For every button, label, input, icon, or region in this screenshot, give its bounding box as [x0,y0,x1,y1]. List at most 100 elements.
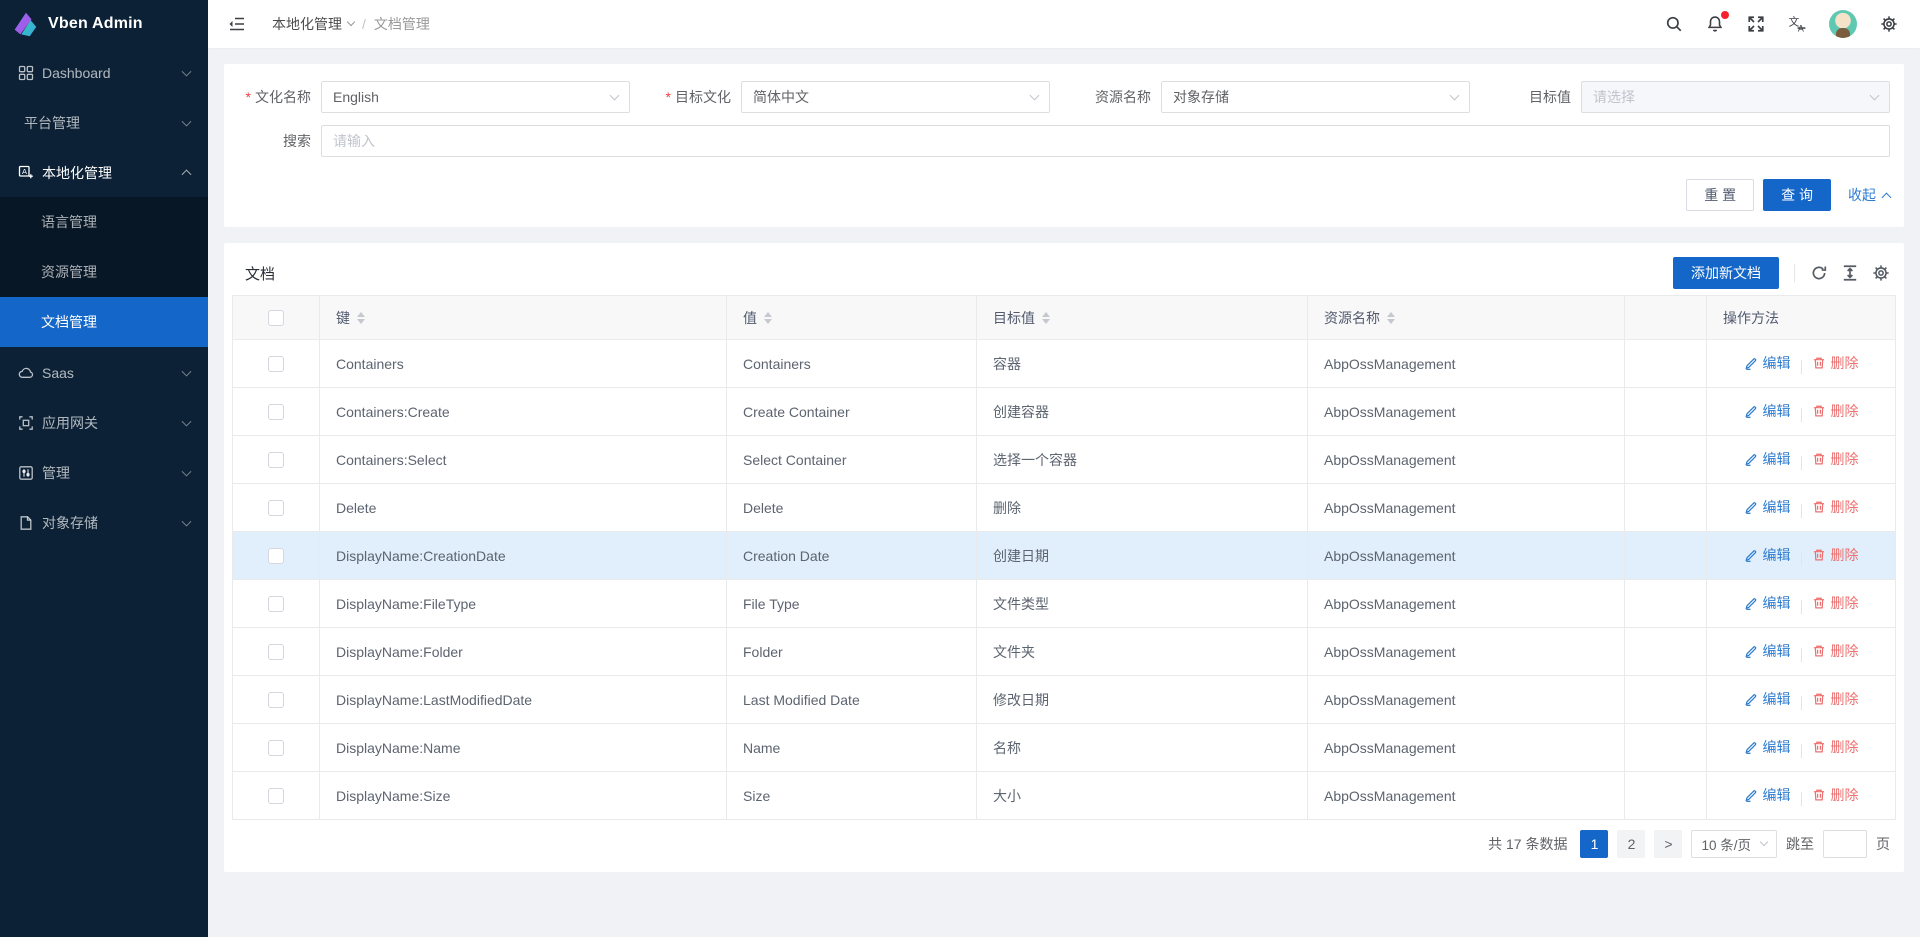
query-button[interactable]: 查 询 [1763,179,1831,211]
resource-name-select[interactable]: 对象存储 [1161,81,1470,113]
delete-label: 删除 [1831,449,1859,469]
delete-button[interactable]: 删除 [1812,449,1859,469]
column-header-3[interactable]: 资源名称 [1308,296,1625,340]
delete-icon [1812,644,1826,658]
sort-icon[interactable] [357,312,365,324]
cell-value: File Type [727,580,977,628]
sort-icon[interactable] [1387,312,1395,324]
row-checkbox[interactable] [268,596,284,612]
page-size-select[interactable]: 10 条/页 [1691,830,1777,858]
file-icon [18,515,34,531]
collapse-link[interactable]: 收起 [1848,185,1890,205]
row-select-cell [233,676,320,724]
notification-icon[interactable] [1706,15,1724,33]
sidebar-item-object-storage[interactable]: 对象存储 [0,503,208,543]
cell-key: Containers [320,340,727,388]
sidebar-item-management[interactable]: 管理 [0,453,208,493]
delete-button[interactable]: 删除 [1812,689,1859,709]
cell-empty [1625,580,1707,628]
next-page-button[interactable]: > [1654,830,1682,858]
sidebar-item-resource-management[interactable]: 资源管理 [0,247,208,297]
row-checkbox[interactable] [268,356,284,372]
user-avatar[interactable] [1829,10,1857,38]
select-all-checkbox[interactable] [268,310,284,326]
column-header-1[interactable]: 值 [727,296,977,340]
sidebar-item-localization-management[interactable]: A本地化管理 [0,153,208,193]
cell-value: Size [727,772,977,820]
table-title: 文档 [245,263,275,284]
row-checkbox[interactable] [268,788,284,804]
settings-icon[interactable] [1880,15,1898,33]
row-checkbox[interactable] [268,452,284,468]
translate-icon[interactable]: 文A [1788,15,1806,33]
add-document-button[interactable]: 添加新文档 [1673,257,1779,289]
action-divider [1801,744,1802,758]
edit-button[interactable]: 编辑 [1744,641,1791,661]
settings-icon[interactable] [1872,264,1890,282]
sidebar-item-dashboard[interactable]: Dashboard [0,53,208,93]
cell-target-value: 选择一个容器 [977,436,1308,484]
edit-button[interactable]: 编辑 [1744,689,1791,709]
page-button-2[interactable]: 2 [1617,830,1645,858]
row-checkbox[interactable] [268,740,284,756]
fullscreen-icon[interactable] [1747,15,1765,33]
sidebar-item-language-management[interactable]: 语言管理 [0,197,208,247]
sidebar-item-saas[interactable]: Saas [0,353,208,393]
edit-button[interactable]: 编辑 [1744,737,1791,757]
delete-button[interactable]: 删除 [1812,737,1859,757]
row-checkbox[interactable] [268,500,284,516]
edit-button[interactable]: 编辑 [1744,545,1791,565]
row-height-icon[interactable] [1841,264,1859,282]
edit-button[interactable]: 编辑 [1744,401,1791,421]
target-culture-select[interactable]: 简体中文 [741,81,1050,113]
cell-target-value: 名称 [977,724,1308,772]
menu-fold-icon[interactable] [228,15,246,33]
refresh-icon[interactable] [1810,264,1828,282]
delete-button[interactable]: 删除 [1812,401,1859,421]
delete-button[interactable]: 删除 [1812,641,1859,661]
row-checkbox[interactable] [268,692,284,708]
app-logo[interactable]: Vben Admin [0,0,208,48]
edit-button[interactable]: 编辑 [1744,449,1791,469]
row-checkbox[interactable] [268,404,284,420]
delete-icon [1812,404,1826,418]
delete-button[interactable]: 删除 [1812,593,1859,613]
sort-icon[interactable] [764,312,772,324]
sidebar-item-platform-management[interactable]: 平台管理 [0,103,208,143]
delete-button[interactable]: 删除 [1812,785,1859,805]
edit-button[interactable]: 编辑 [1744,593,1791,613]
search-input[interactable] [321,125,1890,157]
page-button-1[interactable]: 1 [1580,830,1608,858]
edit-button[interactable]: 编辑 [1744,497,1791,517]
delete-icon [1812,548,1826,562]
edit-button[interactable]: 编辑 [1744,353,1791,373]
delete-button[interactable]: 删除 [1812,497,1859,517]
column-header-0[interactable]: 键 [320,296,727,340]
search-icon[interactable] [1665,15,1683,33]
jump-page-input[interactable] [1823,830,1867,858]
topbar: 本地化管理 / 文档管理 文A [208,0,1920,48]
sidebar-item-app-gateway[interactable]: 应用网关 [0,403,208,443]
cell-resource-name: AbpOssManagement [1308,532,1625,580]
edit-label: 编辑 [1763,449,1791,469]
chevron-down-icon [1030,90,1040,100]
edit-icon [1744,404,1758,418]
sidebar-item-label: 语言管理 [41,212,97,232]
row-checkbox[interactable] [268,548,284,564]
edit-button[interactable]: 编辑 [1744,785,1791,805]
sidebar-menu: Dashboard 平台管理 A本地化管理语言管理资源管理文档管理 Saas 应用网关管… [0,48,208,543]
reset-button[interactable]: 重 置 [1686,179,1754,211]
delete-button[interactable]: 删除 [1812,353,1859,373]
column-header-2[interactable]: 目标值 [977,296,1308,340]
row-checkbox[interactable] [268,644,284,660]
search-label: 搜索 [224,131,321,151]
breadcrumb-item[interactable]: 本地化管理 [272,14,354,34]
target-value-select[interactable]: 请选择 [1581,81,1890,113]
cell-key: DisplayName:CreationDate [320,532,727,580]
sort-icon[interactable] [1042,312,1050,324]
sidebar-item-document-management[interactable]: 文档管理 [0,297,208,347]
culture-name-select[interactable]: English [321,81,630,113]
delete-button[interactable]: 删除 [1812,545,1859,565]
sidebar-item-label: 资源管理 [41,262,97,282]
cell-empty [1625,772,1707,820]
